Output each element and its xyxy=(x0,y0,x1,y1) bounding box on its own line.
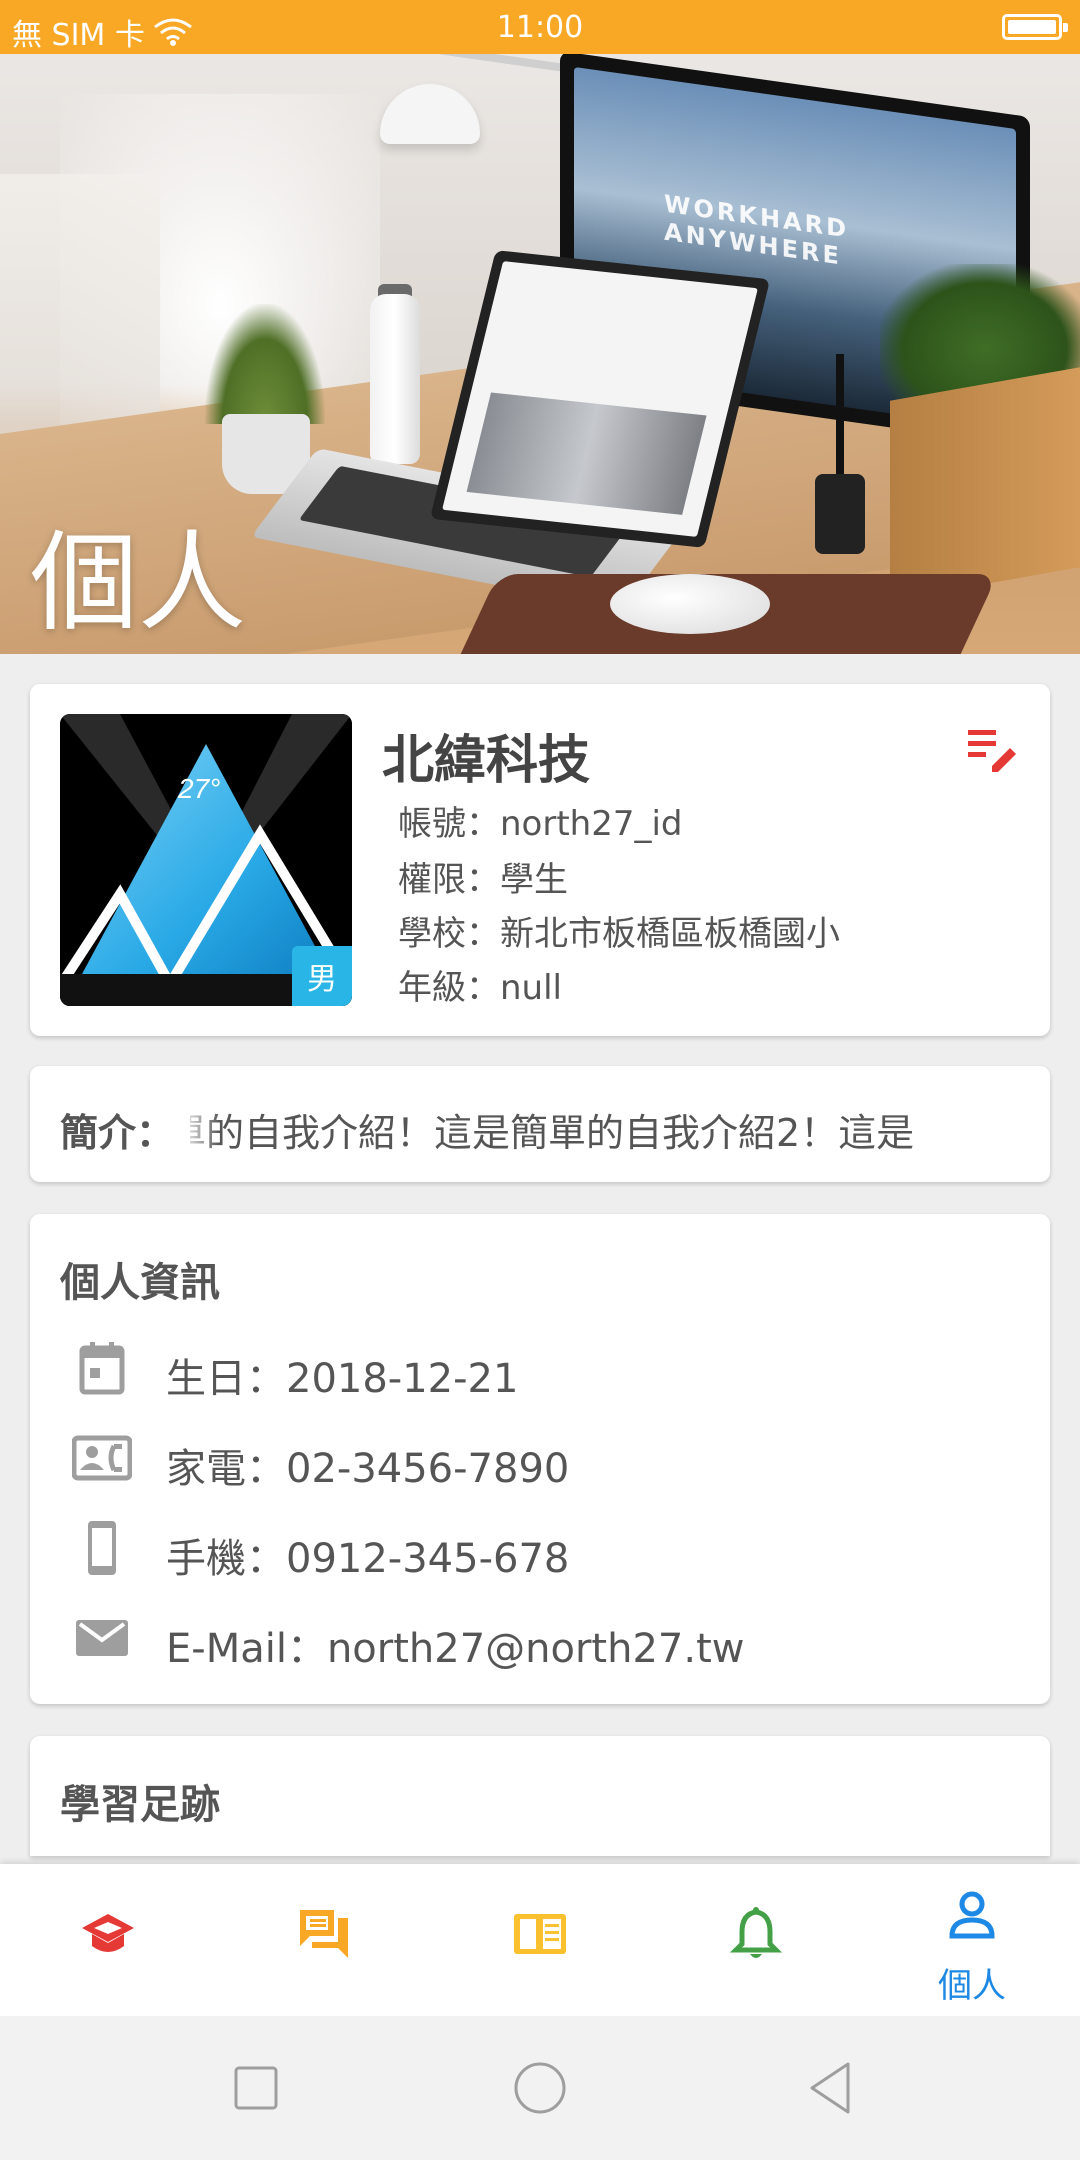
hero-plant-left xyxy=(205,304,325,424)
calendar-icon xyxy=(79,1342,125,1395)
profile-name: 北緯科技 xyxy=(382,731,591,791)
page-title: 個人 xyxy=(30,521,247,646)
status-time: 11:00 xyxy=(496,10,584,45)
email-text: E-Mail：north27@north27.tw xyxy=(166,1626,745,1672)
person-icon xyxy=(949,1891,995,1939)
info-row-mobile: 手機：0912-345-678 xyxy=(30,1514,1050,1584)
intro-text: 簡單的自我介紹！這是簡單的自我介紹2！這是 xyxy=(190,1111,915,1150)
mobile-text: 手機：0912-345-678 xyxy=(166,1536,570,1582)
battery-icon xyxy=(1002,14,1068,40)
bell-icon xyxy=(729,1907,783,1958)
book-icon xyxy=(514,1914,566,1954)
hero-bottle xyxy=(370,294,420,464)
smartphone-icon xyxy=(88,1521,116,1575)
intro-label: 簡介： xyxy=(60,1102,181,1157)
profile-grade: 年級：null xyxy=(398,968,562,1008)
learning-footprint-card: 學習足跡 xyxy=(30,1736,1050,1856)
home-phone-text: 家電：02-3456-7890 xyxy=(166,1446,570,1492)
hero-imac-text: WORKHARD ANYWHERE xyxy=(664,190,849,272)
recent-apps-button[interactable] xyxy=(224,2056,288,2120)
nav-item-forum[interactable] xyxy=(216,1864,432,2016)
hero-pen-cup xyxy=(815,474,865,554)
intro-card: 簡介： 簡單的自我介紹！這是簡單的自我介紹2！這是 xyxy=(30,1066,1050,1182)
graduation-cap-icon xyxy=(82,1914,134,1952)
status-bar: 無 SIM 卡 11:00 xyxy=(0,0,1080,54)
hero-lamp xyxy=(380,84,480,144)
birthday-text: 生日：2018-12-21 xyxy=(166,1356,519,1402)
avatar[interactable]: 27° 男 xyxy=(60,714,352,1006)
avatar-text: 27° xyxy=(177,773,220,804)
bottom-navigation: 個人 xyxy=(0,1864,1080,2016)
back-button[interactable] xyxy=(798,2056,862,2120)
home-button[interactable] xyxy=(508,2056,572,2120)
nav-item-courses[interactable] xyxy=(0,1864,216,2016)
nav-item-profile[interactable]: 個人 xyxy=(864,1864,1080,2016)
nav-item-library[interactable] xyxy=(432,1864,648,2016)
hero-mouse xyxy=(610,574,770,634)
intro-fade-right xyxy=(964,1086,1024,1156)
info-row-birthday: 生日：2018-12-21 xyxy=(30,1334,1050,1404)
nav-label-profile: 個人 xyxy=(938,1966,1006,2006)
personal-info-card: 個人資訊 生日：2018-12-21 家電：02-3456-7890 手機：09… xyxy=(30,1214,1050,1704)
system-navigation-bar xyxy=(0,2016,1080,2160)
profile-permission: 權限：學生 xyxy=(398,860,568,900)
edit-profile-icon[interactable] xyxy=(966,722,1018,774)
profile-school: 學校：新北市板橋區板橋國小 xyxy=(398,914,840,954)
learning-footprint-title: 學習足跡 xyxy=(60,1782,220,1828)
profile-account: 帳號：north27_id xyxy=(398,804,683,844)
hero-banner: WORKHARD ANYWHERE 個人 xyxy=(0,54,1080,654)
intro-fade-left xyxy=(180,1086,220,1156)
profile-card: 27° 男 北緯科技 帳號：north27_id 權限：學生 學校：新北市板橋區… xyxy=(30,684,1050,1036)
email-icon xyxy=(76,1620,128,1656)
info-row-email: E-Mail：north27@north27.tw xyxy=(30,1604,1050,1674)
forum-icon xyxy=(300,1910,348,1958)
nav-item-notifications[interactable] xyxy=(648,1864,864,2016)
personal-info-title: 個人資訊 xyxy=(60,1260,220,1306)
info-row-home-phone: 家電：02-3456-7890 xyxy=(30,1424,1050,1494)
intro-marquee: 簡單的自我介紹！這是簡單的自我介紹2！這是 xyxy=(190,1102,1020,1150)
hero-planter-right xyxy=(890,367,1080,601)
contact-phone-icon xyxy=(72,1435,132,1481)
hero-laptop-screen xyxy=(442,261,758,537)
gender-badge: 男 xyxy=(292,946,352,1006)
